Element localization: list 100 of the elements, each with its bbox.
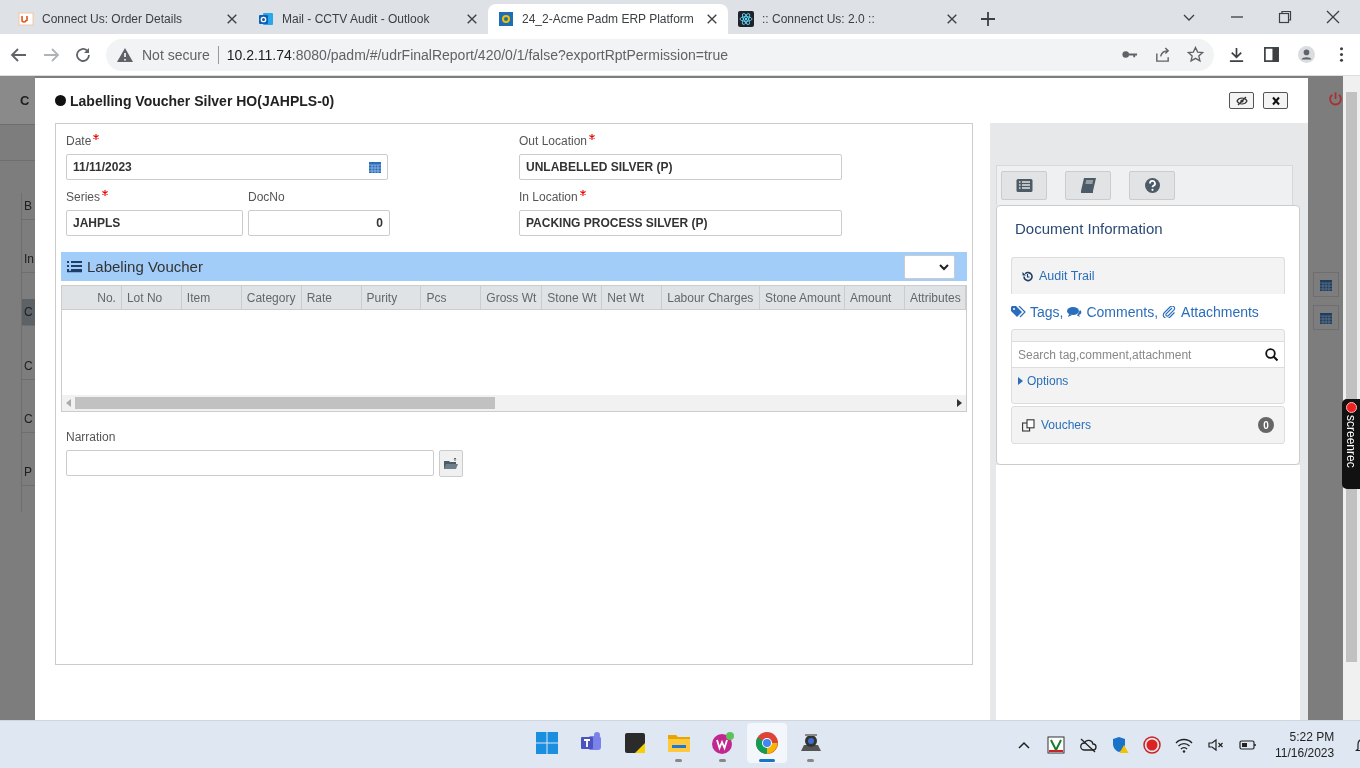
book-icon: [1079, 178, 1097, 193]
column-header[interactable]: No.: [62, 286, 122, 309]
series-field[interactable]: JAHPLS: [66, 210, 243, 236]
help-button[interactable]: [1129, 171, 1175, 200]
calendar-icon[interactable]: [369, 161, 381, 173]
browser-tab[interactable]: Connect Us: Order Details: [8, 4, 248, 34]
browser-logo-icon: [755, 731, 779, 755]
address-bar[interactable]: Not secure 10.2.11.74:8080/padm/#/udrFinalReport/420/0/1/false?exportRptPermission=true: [106, 38, 1214, 71]
close-icon[interactable]: [1326, 10, 1340, 24]
restore-icon[interactable]: [1278, 10, 1292, 24]
column-header[interactable]: Amount: [845, 286, 905, 309]
narration-field[interactable]: [66, 450, 434, 476]
search-box[interactable]: Search tag,comment,attachment: [1012, 341, 1284, 368]
search-field[interactable]: Search tag,comment,attachment: [1018, 347, 1265, 362]
shield-warning-icon[interactable]: [1111, 736, 1129, 754]
list-row[interactable]: C: [22, 299, 35, 326]
vouchers-link[interactable]: Vouchers 0: [1011, 406, 1285, 444]
close-icon[interactable]: [466, 13, 478, 25]
windows-logo-icon: [535, 731, 559, 755]
site-favicon-icon: [498, 11, 514, 27]
side-panel-icon[interactable]: [1263, 46, 1280, 63]
panel-heading: Document Information: [1014, 220, 1164, 239]
recorder-badge[interactable]: screenrec: [1342, 399, 1360, 489]
tags-link[interactable]: Tags,: [1030, 303, 1064, 320]
bullet-icon: [55, 95, 66, 106]
column-header[interactable]: Attributes: [905, 286, 966, 309]
dialog-title: Labelling Voucher Silver HO(JAHPLS-0): [70, 92, 335, 109]
book-button[interactable]: [1065, 171, 1111, 200]
column-header[interactable]: Net Wt: [602, 286, 663, 309]
taskbar-clock[interactable]: 5:22 PM 11/16/2023: [1275, 729, 1335, 761]
back-arrow-icon[interactable]: [10, 45, 28, 64]
browser-tab[interactable]: Mail - CCTV Audit - Outlook: [248, 4, 488, 34]
column-header[interactable]: Gross Wt: [481, 286, 543, 309]
round-app-icon: [711, 731, 735, 755]
site-favicon-icon: [738, 11, 754, 27]
details-button[interactable]: [1001, 171, 1047, 200]
grid-title: Labeling Voucher: [87, 258, 203, 275]
record-icon[interactable]: [1143, 736, 1161, 754]
options-toggle[interactable]: Options: [1012, 368, 1284, 394]
folder-icon: [444, 457, 458, 470]
browser-tab[interactable]: :: Connenct Us: 2.0 ::: [728, 4, 968, 34]
new-tab-icon[interactable]: [980, 11, 996, 27]
field-label: Date: [66, 134, 92, 150]
paperclip-icon: [1162, 305, 1178, 318]
wifi-icon[interactable]: [1175, 736, 1193, 754]
site-favicon-icon: [258, 11, 274, 27]
count-badge: 0: [1258, 417, 1274, 433]
security-label: Not secure: [142, 46, 210, 63]
caret-right-icon: [1018, 377, 1023, 385]
copy-icon: [1022, 418, 1035, 432]
close-button[interactable]: [1263, 92, 1288, 109]
field-label: Narration: [66, 430, 116, 446]
field-label: DocNo: [248, 190, 285, 206]
star-icon[interactable]: [1187, 46, 1204, 63]
column-header[interactable]: Stone Amount: [760, 286, 846, 309]
column-header[interactable]: Category: [241, 286, 302, 309]
close-icon[interactable]: [706, 13, 718, 25]
doc-number-field[interactable]: 0: [248, 210, 390, 236]
list-icon: [1015, 178, 1033, 193]
reload-icon[interactable]: [74, 45, 92, 64]
column-header[interactable]: Stone Wt: [542, 286, 603, 309]
field-label: Series: [66, 190, 100, 206]
field-label: Out Location: [519, 134, 588, 150]
cloud-off-icon[interactable]: [1079, 736, 1097, 754]
browser-tab[interactable]: 24_2-Acme Padm ERP Platform: [488, 4, 728, 34]
site-favicon-icon: [18, 11, 34, 27]
column-header[interactable]: Item: [181, 286, 242, 309]
field-label: In Location: [519, 190, 578, 206]
download-icon[interactable]: [1228, 46, 1245, 63]
calendar-icon[interactable]: [1320, 311, 1332, 324]
scroll-right-icon[interactable]: [957, 399, 963, 407]
profile-avatar-icon[interactable]: [1298, 46, 1315, 63]
search-icon[interactable]: [1265, 348, 1278, 361]
app-tray-icon[interactable]: [1047, 736, 1065, 754]
horizontal-scrollbar[interactable]: [62, 395, 966, 411]
tags-icon: [1011, 305, 1026, 318]
column-header[interactable]: Labour Charges: [662, 286, 761, 309]
speaker-muted-icon[interactable]: [1207, 736, 1225, 754]
record-icon: [1345, 402, 1357, 413]
sticky-note-icon: [623, 731, 647, 755]
comments-icon: [1067, 305, 1083, 318]
location-field[interactable]: PACKING PROCESS SILVER (P): [519, 210, 842, 236]
column-header[interactable]: Purity: [361, 286, 422, 309]
column-header[interactable]: Pcs: [421, 286, 482, 309]
share-icon[interactable]: [1154, 46, 1171, 63]
column-header[interactable]: Rate: [301, 286, 362, 309]
column-header[interactable]: Lot No: [121, 286, 182, 309]
comments-link[interactable]: Comments,: [1086, 303, 1159, 320]
attachments-link[interactable]: Attachments: [1181, 303, 1259, 320]
date-field[interactable]: 11/11/2023: [66, 154, 388, 180]
location-field[interactable]: UNLABELLED SILVER (P): [519, 154, 842, 180]
audit-trail-link[interactable]: Audit Trail: [1011, 257, 1285, 294]
upload-button[interactable]: [439, 450, 463, 477]
chevron-down-icon: [939, 262, 949, 271]
calendar-icon[interactable]: [1320, 278, 1332, 291]
url-text: 10.2.11.74:8080/padm/#/udrFinalReport/420/0/1/false?exportRptPermission=true: [226, 46, 729, 63]
close-icon[interactable]: [226, 13, 238, 25]
help-icon: [1143, 178, 1161, 193]
hide-button[interactable]: [1229, 92, 1254, 109]
close-icon[interactable]: [946, 13, 958, 25]
